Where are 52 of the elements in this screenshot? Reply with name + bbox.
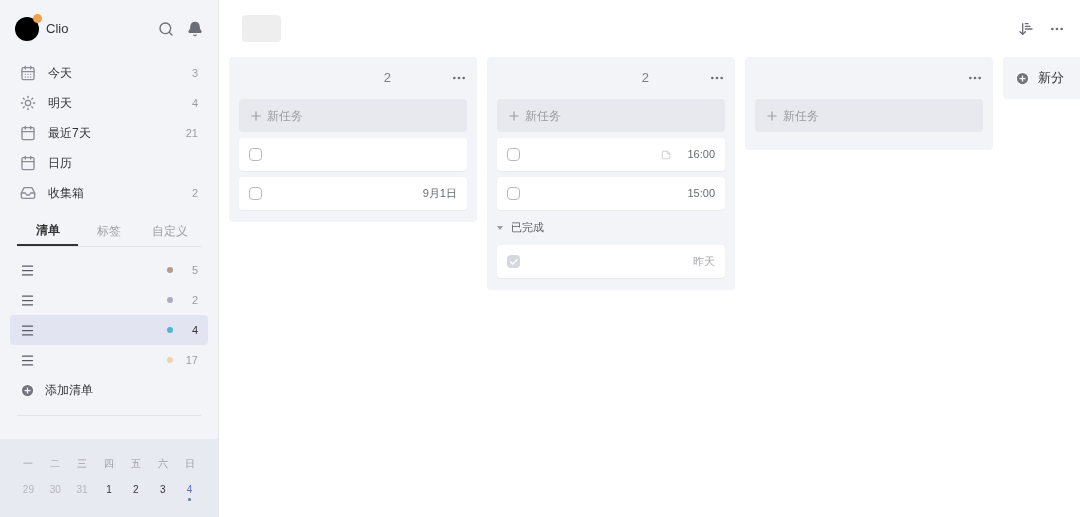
task-date: 15:00 xyxy=(687,186,715,202)
task-date: 16:00 xyxy=(687,147,715,163)
sidebar-item[interactable]: 明天 4 xyxy=(10,88,208,118)
task-card[interactable]: 15:00 xyxy=(497,177,725,210)
checkbox[interactable] xyxy=(507,148,520,161)
calendar-icon xyxy=(20,125,36,141)
task-date: 昨天 xyxy=(693,254,715,270)
sidebar-item[interactable]: 最近7天 21 xyxy=(10,118,208,148)
weekday-label: 五 xyxy=(129,457,142,471)
plus-icon xyxy=(765,108,779,123)
inbox-icon xyxy=(20,185,36,201)
avatar[interactable] xyxy=(15,17,39,41)
checkbox[interactable] xyxy=(249,148,262,161)
list-icon xyxy=(20,352,35,368)
calendar-icon xyxy=(20,65,36,81)
plus-icon xyxy=(507,108,521,123)
checkbox[interactable] xyxy=(249,187,262,200)
checkbox[interactable] xyxy=(507,255,520,268)
weekday-label: 三 xyxy=(76,457,89,471)
calendar-icon xyxy=(20,155,36,171)
task-date: 9月1日 xyxy=(422,186,457,202)
search-icon[interactable] xyxy=(158,21,174,37)
column-count: 2 xyxy=(641,69,649,88)
sidebar-item[interactable]: 今天 3 xyxy=(10,58,208,88)
column-count: 2 xyxy=(383,69,391,88)
list-icon xyxy=(20,322,35,338)
new-group-button[interactable]: 新分 xyxy=(1003,57,1080,99)
weekday-label: 六 xyxy=(156,457,169,471)
task-card[interactable]: 16:00 xyxy=(497,138,725,171)
checkbox[interactable] xyxy=(507,187,520,200)
calendar-day[interactable]: 1 xyxy=(95,482,123,497)
sort-icon[interactable] xyxy=(1018,20,1034,37)
completed-toggle[interactable]: 已完成 xyxy=(497,210,544,245)
calendar-day[interactable]: 3 xyxy=(149,482,177,497)
add-list-button[interactable]: 添加清单 xyxy=(10,375,208,405)
sidebar-tab[interactable]: 清单 xyxy=(17,216,79,246)
plus-circle-icon xyxy=(1015,70,1030,86)
plus-circle-icon xyxy=(20,382,35,398)
sidebar-item[interactable]: 收集箱 2 xyxy=(10,178,208,208)
plus-icon xyxy=(249,108,263,123)
notification-icon[interactable] xyxy=(187,21,203,37)
sidebar-item[interactable]: 日历 xyxy=(10,148,208,178)
list-icon xyxy=(20,262,35,278)
task-card[interactable]: 9月1日 xyxy=(239,177,467,210)
calendar-day[interactable]: 2 xyxy=(122,482,150,497)
check-icon xyxy=(508,256,519,267)
list-item[interactable]: 4 xyxy=(10,315,208,345)
weekday-label: 日 xyxy=(183,457,196,471)
user-name: Clio xyxy=(46,20,69,39)
caret-icon xyxy=(497,225,503,230)
weekday-label: 四 xyxy=(103,457,115,471)
list-icon xyxy=(20,292,35,308)
